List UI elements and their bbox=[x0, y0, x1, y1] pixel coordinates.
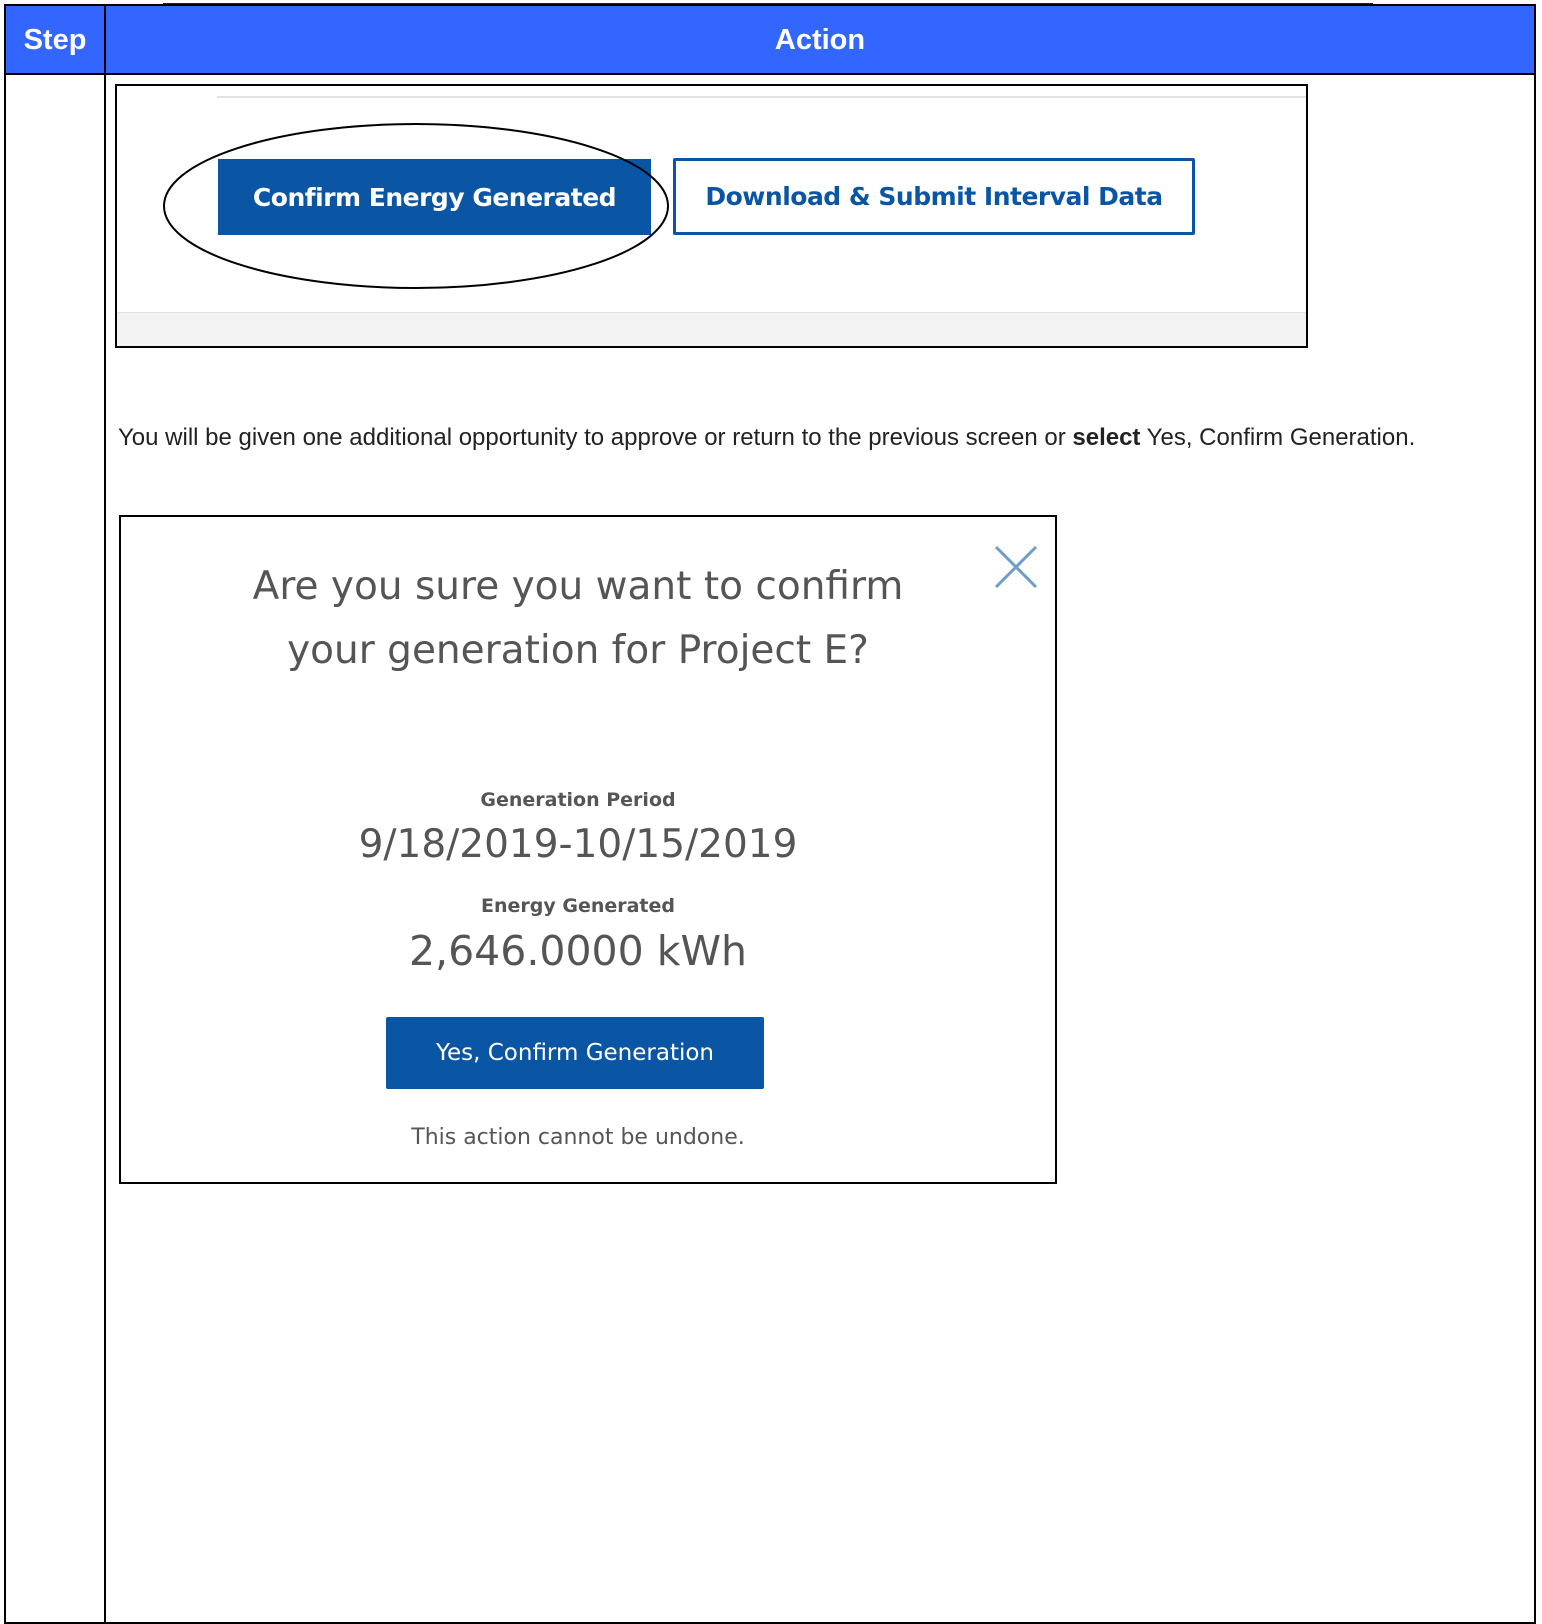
divider bbox=[217, 96, 1306, 98]
cannot-undo-note: This action cannot be undone. bbox=[411, 1125, 745, 1150]
yes-confirm-generation-button[interactable]: Yes, Confirm Generation bbox=[386, 1017, 764, 1089]
instruction-part-1: You will be given one additional opportu… bbox=[118, 424, 1073, 451]
generation-period-label: Generation Period bbox=[480, 789, 676, 811]
energy-generated-label: Energy Generated bbox=[480, 895, 676, 917]
confirmation-modal: Are you sure you want to confirm your ge… bbox=[119, 515, 1057, 1184]
table-header-row: Step Action bbox=[6, 6, 1534, 75]
close-icon[interactable] bbox=[993, 544, 1039, 590]
instruction-text: You will be given one additional opportu… bbox=[118, 420, 1508, 455]
confirm-energy-generated-button[interactable]: Confirm Energy Generated bbox=[218, 159, 651, 235]
instruction-part-2: Yes, Confirm Generation. bbox=[1140, 424, 1416, 451]
screenshot-action-buttons: Confirm Energy Generated Download & Subm… bbox=[115, 84, 1308, 348]
download-submit-interval-data-button[interactable]: Download & Submit Interval Data bbox=[673, 158, 1195, 235]
instruction-bold: select bbox=[1072, 424, 1141, 451]
header-action: Action bbox=[774, 24, 866, 56]
footer-band bbox=[117, 312, 1306, 346]
column-divider bbox=[104, 6, 106, 1622]
header-step: Step bbox=[23, 24, 87, 56]
energy-generated-value: 2,646.0000 kWh bbox=[408, 927, 748, 975]
generation-period-value: 9/18/2019-10/15/2019 bbox=[358, 822, 798, 867]
modal-question: Are you sure you want to confirm your ge… bbox=[252, 564, 904, 673]
